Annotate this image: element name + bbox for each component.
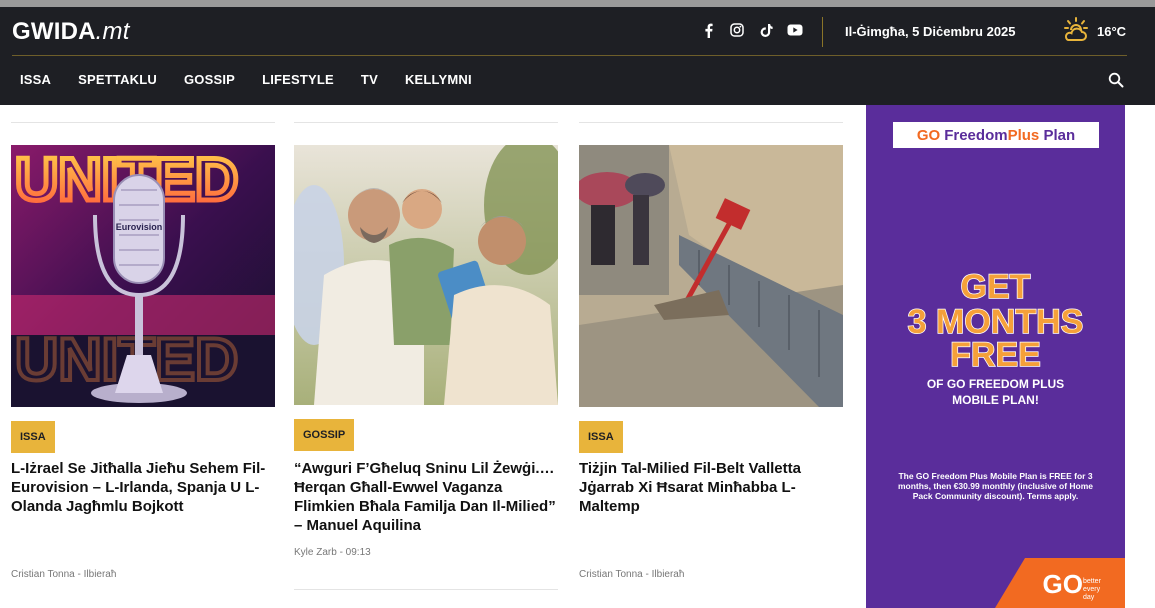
ad-go-text: GO bbox=[916, 126, 941, 144]
current-date: Il-Ġimgħa, 5 Diċembru 2025 bbox=[845, 24, 1016, 39]
nav-item-lifestyle[interactable]: LIFESTYLE bbox=[262, 72, 334, 87]
article-card: ISSA Tiżjin Tal-Milied Fil-Belt Valletta… bbox=[579, 105, 843, 608]
advertisement-banner[interactable]: GO Freedom Plus Plan GET 3 MONTHS FREE OF … bbox=[866, 105, 1125, 608]
header-separator bbox=[822, 17, 823, 47]
ad-tagline-3: day bbox=[1083, 594, 1095, 601]
article-card: UNITED UNITED Eurovision ISSA L-Iżrael S… bbox=[11, 105, 275, 608]
nav-item-gossip[interactable]: GOSSIP bbox=[184, 72, 235, 87]
ad-tagline-2: every bbox=[1083, 586, 1101, 593]
article-card: GOSSIP “Awguri F’Għeluq Sninu Lil Żewġi.… bbox=[294, 105, 558, 608]
social-links bbox=[700, 22, 803, 38]
card-bottom-rule bbox=[294, 589, 558, 590]
category-badge[interactable]: ISSA bbox=[579, 421, 623, 453]
youtube-icon[interactable] bbox=[787, 22, 803, 38]
article-title[interactable]: L-Iżrael Se Jitħalla Jieħu Sehem Fil-Eur… bbox=[11, 459, 275, 516]
instagram-icon[interactable] bbox=[729, 22, 745, 38]
ad-go-logo: GO bbox=[1042, 569, 1083, 599]
article-image[interactable]: UNITED UNITED Eurovision bbox=[11, 145, 275, 407]
article-byline: Cristian Tonna - Ilbieraħ bbox=[11, 569, 117, 580]
nav-item-kellymni[interactable]: KELLYMNI bbox=[405, 72, 472, 87]
nav-item-issa[interactable]: ISSA bbox=[20, 72, 51, 87]
article-title[interactable]: Tiżjin Tal-Milied Fil-Belt Valletta Jġar… bbox=[579, 459, 843, 516]
ad-plan-text: Plan bbox=[1043, 126, 1076, 144]
article-image[interactable] bbox=[579, 145, 843, 407]
trophy-label: Eurovision bbox=[116, 222, 163, 232]
main-nav: ISSA SPETTAKLU GOSSIP LIFESTYLE TV KELLY… bbox=[20, 72, 499, 87]
ad-plus-text: Plus bbox=[1007, 126, 1040, 144]
article-byline: Cristian Tonna - Ilbieraħ bbox=[579, 569, 685, 580]
ad-tagline: better every day bbox=[1083, 578, 1117, 602]
nav-item-spettaklu[interactable]: SPETTAKLU bbox=[78, 72, 157, 87]
category-badge[interactable]: ISSA bbox=[11, 421, 55, 453]
card-top-rule bbox=[579, 122, 843, 123]
ad-freedom-text: Freedom bbox=[944, 126, 1008, 144]
card-top-rule bbox=[294, 122, 558, 123]
logo-tld: .mt bbox=[95, 18, 130, 45]
site-header: GWIDA.mt Il-Ġimgħa, 5 Diċembru 2025 16°C… bbox=[0, 0, 1155, 105]
ad-plan-logo: GO Freedom Plus Plan bbox=[893, 122, 1099, 148]
ad-tagline-1: better bbox=[1083, 578, 1101, 585]
article-byline: Kyle Zarb - 09:13 bbox=[294, 547, 371, 558]
search-icon[interactable] bbox=[1108, 72, 1124, 93]
ad-headline-get: GET bbox=[960, 268, 1031, 306]
partly-cloudy-sun-icon bbox=[1062, 16, 1090, 51]
category-badge[interactable]: GOSSIP bbox=[294, 419, 355, 451]
nav-item-tv[interactable]: TV bbox=[361, 72, 378, 87]
ad-headline-months: 3 MONTHS bbox=[907, 303, 1084, 341]
ad-headline-free: FREE bbox=[949, 336, 1041, 374]
ad-subline-2: MOBILE PLAN! bbox=[952, 393, 1039, 407]
ad-subline-1: OF GO FREEDOM PLUS bbox=[926, 377, 1065, 391]
article-title[interactable]: “Awguri F’Għeluq Sninu Lil Żewġi.… Ħerqa… bbox=[294, 459, 558, 535]
facebook-icon[interactable] bbox=[700, 22, 716, 38]
header-divider bbox=[12, 55, 1127, 56]
site-logo[interactable]: GWIDA.mt bbox=[12, 18, 130, 46]
tiktok-icon[interactable] bbox=[758, 22, 774, 38]
card-top-rule bbox=[11, 122, 275, 123]
article-image[interactable] bbox=[294, 145, 558, 405]
logo-brand: GWIDA bbox=[12, 18, 96, 45]
temperature: 16°C bbox=[1097, 24, 1127, 39]
ad-fine-print: The GO Freedom Plus Mobile Plan is FREE … bbox=[897, 471, 1094, 501]
